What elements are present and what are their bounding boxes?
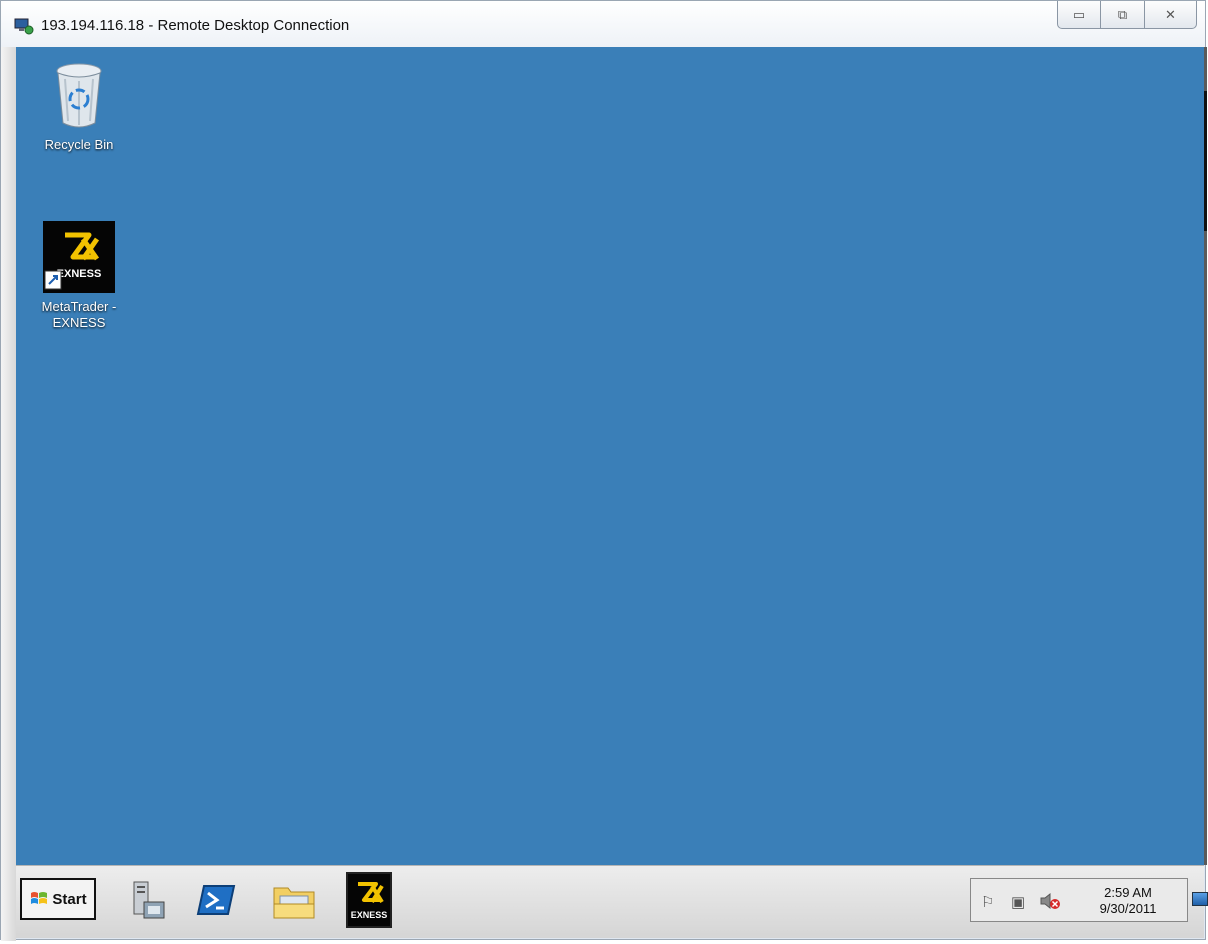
exness-logo-icon: EXNESS xyxy=(44,232,102,290)
remote-desktop-icon xyxy=(14,18,34,35)
remote-desktop-window: 193.194.116.18 - Remote Desktop Connecti… xyxy=(0,0,1208,941)
recycle-bin-icon xyxy=(56,63,102,128)
exness-taskbar-button[interactable]: EXNESS xyxy=(346,872,392,928)
remote-desktop-area[interactable] xyxy=(16,47,1204,865)
window-left-frame xyxy=(1,47,16,941)
minimize-button[interactable]: ▭ xyxy=(1057,1,1101,29)
notification-area: ⚐ ▣ 2:59 AM 9/30/2011 xyxy=(970,878,1188,922)
window-title: 193.194.116.18 - Remote Desktop Connecti… xyxy=(41,17,350,34)
volume-muted-icon[interactable] xyxy=(1039,891,1061,911)
exness-taskbar-text: EXNESS xyxy=(351,910,388,920)
metatrader-exness-label: MetaTrader - EXNESS xyxy=(41,299,117,330)
file-explorer-button[interactable] xyxy=(270,876,318,924)
taskbar: Start EXNESS ⚐ ▣ 2:59 AM 9/30/2011 xyxy=(16,865,1208,938)
scrollbar-thumb[interactable] xyxy=(1204,91,1207,231)
title-bar[interactable]: 193.194.116.18 - Remote Desktop Connecti… xyxy=(1,1,1205,47)
restore-button[interactable]: ⧉ xyxy=(1101,1,1145,29)
show-desktop-button[interactable] xyxy=(1192,892,1208,906)
windows-logo-icon xyxy=(31,892,48,904)
exness-shortcut-icon: EXNESS xyxy=(43,221,115,293)
start-button[interactable]: Start xyxy=(20,878,96,920)
start-label: Start xyxy=(52,890,87,908)
restore-icon: ⧉ xyxy=(1117,6,1128,22)
server-manager-icon xyxy=(133,881,165,919)
network-icon[interactable]: ▣ xyxy=(1011,893,1025,911)
exness-taskbar-icon: EXNESS xyxy=(351,882,388,920)
clock-date: 9/30/2011 xyxy=(1099,901,1157,916)
powershell-button[interactable] xyxy=(192,876,240,924)
clock[interactable]: 2:59 AM 9/30/2011 xyxy=(1097,885,1159,917)
action-center-flag-icon[interactable]: ⚐ xyxy=(981,893,994,911)
file-explorer-icon xyxy=(273,887,315,919)
recycle-bin-shortcut[interactable]: Recycle Bin xyxy=(21,59,137,153)
svg-text:EXNESS: EXNESS xyxy=(57,268,102,280)
powershell-icon xyxy=(196,885,236,915)
close-button[interactable]: ✕ xyxy=(1145,1,1197,29)
metatrader-exness-shortcut[interactable]: EXNESS MetaTrader - EXNESS xyxy=(21,221,137,331)
close-icon: ✕ xyxy=(1165,6,1176,22)
recycle-bin-label: Recycle Bin xyxy=(44,137,114,152)
server-manager-button[interactable] xyxy=(124,876,172,924)
minimize-icon: ▭ xyxy=(1072,6,1086,22)
clock-time: 2:59 AM xyxy=(1104,885,1152,900)
